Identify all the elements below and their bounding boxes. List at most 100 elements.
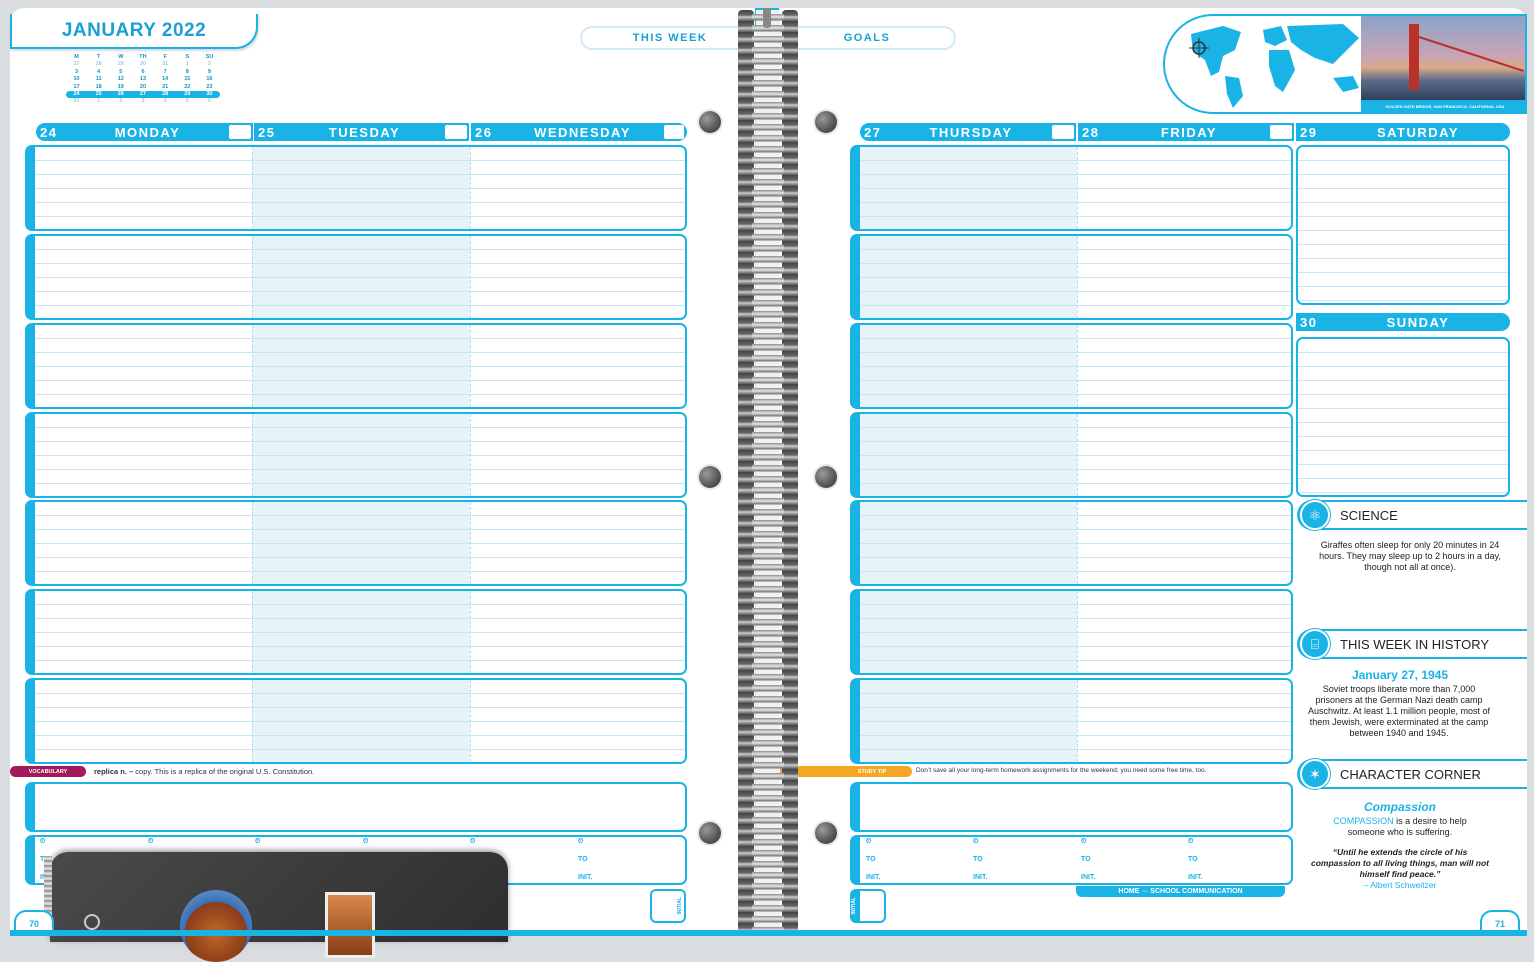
column-divider [252,414,254,496]
mini-calendar: M T W TH F S SU 27 28 29 30 31 1 2 3 4 5 6 7 8 9 10 11 1… [66,54,220,106]
day-cell[interactable] [252,502,470,584]
day-cell[interactable] [252,147,470,229]
day-checkbox[interactable] [1052,125,1074,139]
day-header-tuesday: 25 TUESDAY [254,123,469,141]
column-divider [252,680,254,762]
day-cell[interactable] [252,325,470,407]
subject-label: SOCIAL STUDIES [850,427,856,483]
subject-label: LANGUAGE ARTS [850,160,856,217]
mini-calendar-day: 18 [95,83,102,90]
to-label: TO [1188,856,1198,863]
mini-calendar-day: 30 [206,91,213,98]
day-cell[interactable] [470,680,685,762]
definition-word: COMPASSION [1333,816,1394,826]
day-cell[interactable] [35,680,252,762]
mini-calendar-day: 13 [139,76,147,83]
saturday-box[interactable] [1296,145,1510,305]
day-cell[interactable] [35,502,252,584]
day-cell[interactable] [35,325,252,407]
day-cell[interactable] [1077,236,1291,318]
subject-row[interactable]: SOCIAL STUDIES [25,412,687,498]
day-name: MONDAY [114,124,181,140]
subject-row[interactable]: SCIENCE [25,234,687,320]
subject-row[interactable] [25,589,687,675]
after-school-label: AFTER SCHOOL [850,793,862,821]
day-cell[interactable] [1077,325,1291,407]
day-checkbox[interactable] [664,125,684,139]
subject-row[interactable]: SOCIAL STUDIES [850,412,1293,498]
column-divider [252,591,254,673]
clock-icon: ⏲ [255,838,261,845]
day-cell[interactable] [470,236,685,318]
day-cell[interactable] [470,591,685,673]
subject-row[interactable] [850,500,1293,586]
day-cell[interactable] [1077,502,1291,584]
day-cell[interactable] [1077,591,1291,673]
subject-row[interactable] [850,678,1293,764]
day-cell[interactable] [252,414,470,496]
day-cell[interactable] [860,591,1077,673]
hall-pass-box-right[interactable]: HALL PASS [850,835,1293,885]
day-cell[interactable] [35,236,252,318]
character-title: CHARACTER CORNER [1340,766,1481,782]
to-label: TO [866,856,876,863]
day-cell[interactable] [860,236,1077,318]
hall-pass-label: HALL PASS [850,841,856,879]
day-cell[interactable] [470,414,685,496]
day-cell[interactable] [1077,414,1291,496]
vocabulary-text: copy. This is a replica of the original … [135,767,315,776]
day-cell[interactable] [35,591,252,673]
mini-calendar-day: 2 [119,98,123,105]
mini-calendar-day: 4 [97,68,101,75]
day-checkbox[interactable] [1270,125,1292,139]
day-cell[interactable] [860,502,1077,584]
day-cell[interactable] [860,147,1077,229]
mini-calendar-day: 20 [139,83,147,90]
day-cell[interactable] [1077,680,1291,762]
day-cell[interactable] [860,325,1077,407]
day-cell[interactable] [860,414,1077,496]
sunday-box[interactable] [1296,337,1510,497]
subject-row[interactable]: LANGUAGE ARTS [850,145,1293,231]
binder-hole [815,466,837,488]
day-cell[interactable] [252,680,470,762]
character-heading: ✶ CHARACTER CORNER [1297,759,1527,789]
initial-box-right[interactable]: INITIAL [850,889,886,923]
clock-icon: ⏲ [470,838,476,845]
after-school-box-right[interactable]: AFTER SCHOOL [850,782,1293,832]
day-cell[interactable] [252,591,470,673]
subject-row[interactable] [25,500,687,586]
day-cell[interactable] [1077,147,1291,229]
day-cell[interactable] [470,325,685,407]
home-school-label: HOME ⇔ SCHOOL COMMUNICATION [1076,886,1285,897]
goals-pill: GOALS [778,26,956,50]
mini-calendar-header: M T W TH F S SU [66,54,220,61]
subject-row[interactable] [850,589,1293,675]
day-cell[interactable] [470,502,685,584]
day-number: 27 [864,124,882,140]
subject-row[interactable]: MATHEMATICS [25,323,687,409]
day-cell[interactable] [860,680,1077,762]
column-divider [470,236,472,318]
day-cell[interactable] [35,147,252,229]
history-heading: ⌸ THIS WEEK IN HISTORY [1297,629,1527,659]
day-cell[interactable] [252,236,470,318]
day-checkbox[interactable] [445,125,467,139]
clock-icon: ⏲ [40,838,46,845]
day-cell[interactable] [35,414,252,496]
clock-icon: ⏲ [1188,838,1194,845]
clock-icon: ⏲ [363,838,369,845]
subject-row[interactable]: SCIENCE [850,234,1293,320]
vocabulary-term: replica n. – [94,767,134,776]
initial-box-left[interactable]: INITIAL [650,889,686,923]
day-name: WEDNESDAY [534,124,631,140]
mini-day-header: SU [205,54,214,60]
subject-row[interactable]: MATHEMATICS [850,323,1293,409]
column-icon: ⌸ [1300,629,1330,659]
subject-row[interactable] [25,678,687,764]
day-cell[interactable] [470,147,685,229]
binder-hole [815,822,837,844]
day-checkbox[interactable] [229,125,251,139]
after-school-box-left[interactable]: AFTER SCHOOL [25,782,687,832]
subject-row[interactable]: LANGUAGE ARTS [25,145,687,231]
